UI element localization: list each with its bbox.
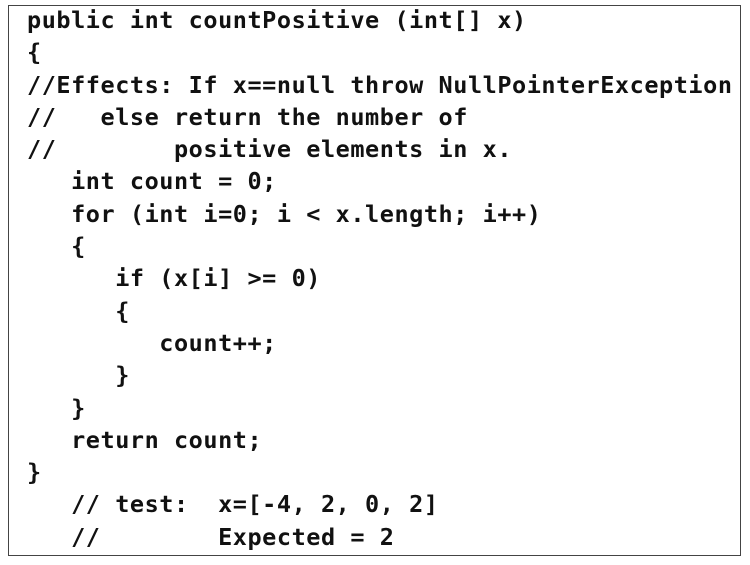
code-line-if-condition: if (x[i] >= 0) [27,264,321,293]
code-line-open-brace: { [27,38,42,67]
code-line-for-open-brace: { [27,232,86,261]
code-line-return: return count; [27,425,263,454]
code-line-for-loop: for (int i=0; i < x.length; i++) [27,199,542,228]
code-listing: public int countPositive (int[] x) { //Eff… [27,4,733,553]
code-line-method-signature: public int countPositive (int[] x) [27,6,527,34]
code-line-for-close-brace: } [27,393,86,422]
code-line-count-increment: count++; [27,328,277,357]
code-line-test-input: // test: x=[-4, 2, 0, 2] [27,490,439,519]
code-line-count-init: int count = 0; [27,167,277,196]
code-line-close-brace: } [27,458,42,487]
code-line-if-open-brace: { [27,296,130,325]
code-line-comment-positive: // positive elements in x. [27,135,513,164]
code-line-comment-effects: //Effects: If x==null throw NullPointerE… [27,70,733,99]
code-line-comment-else: // else return the number of [27,102,468,131]
code-line-test-expected: // Expected = 2 [27,522,395,551]
code-line-if-close-brace: } [27,361,130,390]
